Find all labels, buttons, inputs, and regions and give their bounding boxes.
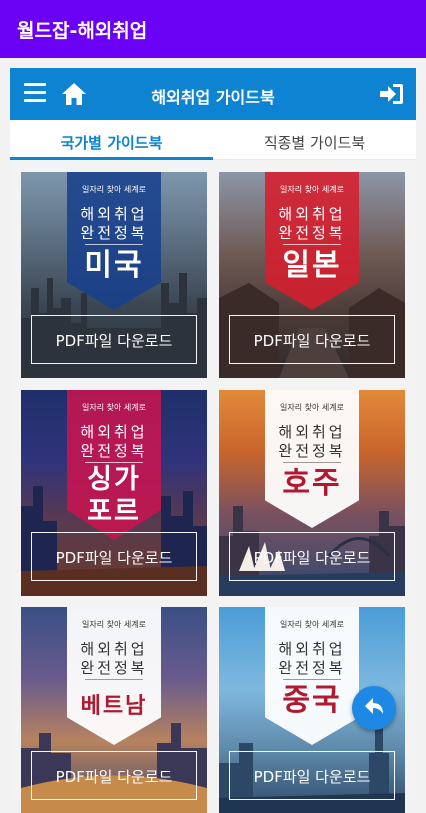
tab-bar: 국가별 가이드북 직종별 가이드북	[10, 120, 416, 160]
pdf-download-button[interactable]: PDF파일 다운로드	[229, 532, 395, 581]
title-banner: 일자리 찾아 세계로 해외취업 완전정복 일본	[265, 172, 359, 310]
banner-line2: 완전정복	[278, 224, 346, 242]
pdf-download-button[interactable]: PDF파일 다운로드	[31, 315, 197, 364]
login-icon[interactable]	[378, 82, 404, 106]
title-banner: 일자리 찾아 세계로 해외취업 완전정복 미국	[67, 172, 161, 310]
tab-country-guidebook[interactable]: 국가별 가이드북	[10, 120, 213, 160]
title-banner: 일자리 찾아 세계로 해외취업 완전정복 베트남	[67, 607, 161, 745]
banner-tagline: 일자리 찾아 세계로	[82, 403, 146, 412]
banner-tagline: 일자리 찾아 세계로	[280, 185, 344, 194]
banner-line1: 해외취업	[278, 423, 346, 441]
pdf-download-button[interactable]: PDF파일 다운로드	[31, 751, 197, 800]
banner-tagline: 일자리 찾아 세계로	[82, 620, 146, 629]
banner-tagline: 일자리 찾아 세계로	[82, 185, 146, 194]
guidebook-card-singapore[interactable]: 일자리 찾아 세계로 해외취업 완전정복 싱가 포르 PDF파일 다운로드	[21, 390, 207, 596]
back-arrow-icon	[365, 698, 383, 714]
country-name: 중국	[282, 683, 342, 718]
tab-job-guidebook[interactable]: 직종별 가이드북	[213, 120, 416, 160]
guidebook-header: 해외취업 가이드북	[10, 68, 416, 120]
pdf-download-button[interactable]: PDF파일 다운로드	[229, 751, 395, 800]
country-name: 미국	[84, 248, 144, 283]
banner-line1: 해외취업	[278, 640, 346, 658]
pdf-download-button[interactable]: PDF파일 다운로드	[31, 532, 197, 581]
app-title: 월드잡-해외취업	[17, 20, 148, 42]
banner-line2: 완전정복	[278, 442, 346, 460]
banner-line2: 완전정복	[80, 442, 148, 460]
country-name: 일본	[282, 248, 342, 283]
guidebook-card-japan[interactable]: 일자리 찾아 세계로 해외취업 완전정복 일본 PDF파일 다운로드	[219, 172, 405, 378]
pdf-download-button[interactable]: PDF파일 다운로드	[229, 315, 395, 364]
page-title: 해외취업 가이드북	[151, 88, 275, 107]
title-banner: 일자리 찾아 세계로 해외취업 완전정복 중국	[265, 607, 359, 745]
guidebook-card-vietnam[interactable]: 일자리 찾아 세계로 해외취업 완전정복 베트남 PDF파일 다운로드	[21, 607, 207, 813]
banner-line2: 완전정복	[80, 224, 148, 242]
banner-line1: 해외취업	[278, 205, 346, 223]
title-banner: 일자리 찾아 세계로 해외취업 완전정복 싱가 포르	[67, 390, 161, 540]
guidebook-card-australia[interactable]: 일자리 찾아 세계로 해외취업 완전정복 호주 PDF파일 다운로드	[219, 390, 405, 596]
banner-line1: 해외취업	[80, 205, 148, 223]
banner-line2: 완전정복	[80, 659, 148, 677]
guidebook-card-usa[interactable]: 일자리 찾아 세계로 해외취업 완전정복 미국 PDF파일 다운로드	[21, 172, 207, 378]
banner-line1: 해외취업	[80, 640, 148, 658]
title-banner: 일자리 찾아 세계로 해외취업 완전정복 호주	[265, 390, 359, 528]
banner-line2: 완전정복	[278, 659, 346, 677]
banner-line1: 해외취업	[80, 423, 148, 441]
country-name: 베트남	[80, 694, 148, 719]
country-name: 호주	[282, 466, 342, 501]
back-button[interactable]	[352, 686, 396, 730]
banner-tagline: 일자리 찾아 세계로	[280, 620, 344, 629]
banner-tagline: 일자리 찾아 세계로	[280, 403, 344, 412]
country-name: 싱가 포르	[87, 464, 141, 527]
app-title-bar: 월드잡-해외취업	[0, 0, 426, 58]
